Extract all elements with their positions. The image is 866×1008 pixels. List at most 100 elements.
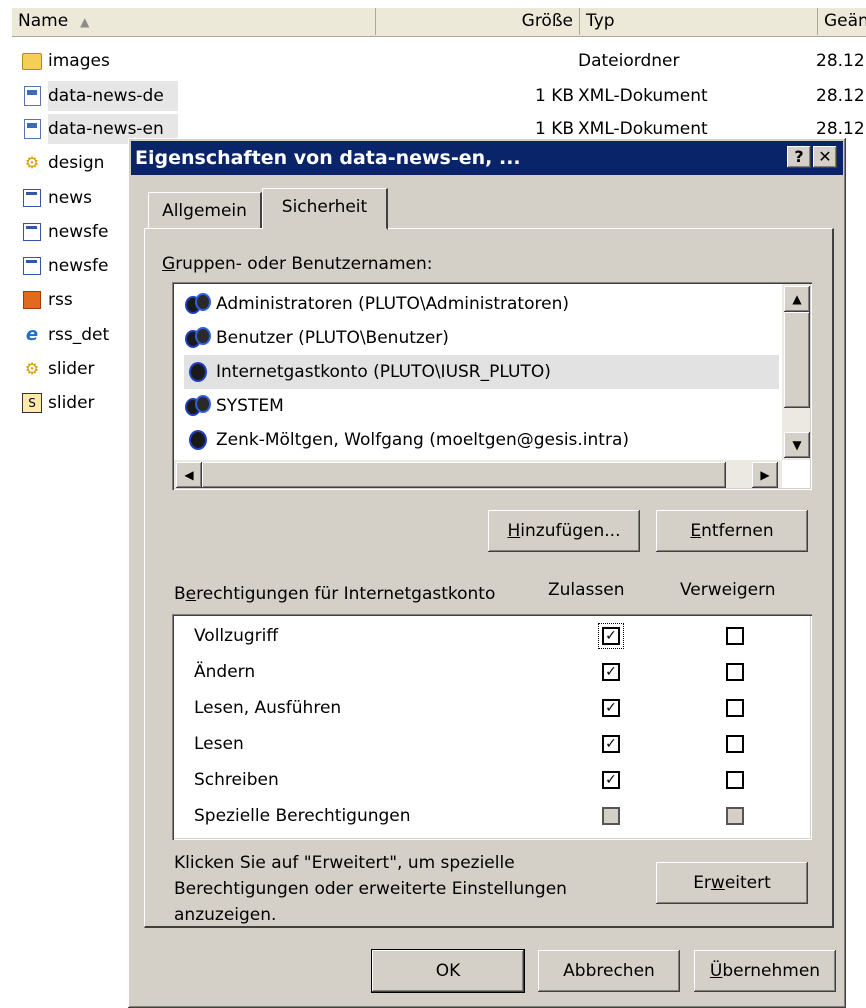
add-button-accelerator: H (507, 521, 521, 541)
list-item[interactable]: SYSTEM (184, 389, 284, 423)
help-button[interactable]: ? (787, 146, 811, 168)
file-name: design (48, 153, 105, 173)
groups-label: Gruppen- oder Benutzernamen: (162, 254, 432, 274)
user-name: Zenk-Möltgen, Wolfgang (moeltgen@gesis.i… (216, 430, 630, 450)
apply-button-label: bernehmen (722, 961, 821, 981)
user-name: Internetgastkonto (PLUTO\IUSR_PLUTO) (216, 362, 551, 382)
permission-row: Schreiben (194, 762, 279, 798)
allow-checkbox-disabled (602, 807, 620, 825)
list-item-selected[interactable]: Internetgastkonto (PLUTO\IUSR_PLUTO) (184, 355, 779, 389)
file-type: XML-Dokument (578, 86, 708, 106)
tab-allgemein-label: Allgemein (162, 201, 247, 221)
file-size: 1 KB (534, 86, 574, 106)
column-allow-header: Zulassen (548, 580, 625, 600)
allow-checkbox[interactable]: ✓ (598, 623, 624, 649)
scroll-down-button[interactable]: ▼ (784, 432, 810, 458)
horizontal-scroll-thumb[interactable] (202, 462, 726, 488)
permissions-label: Berechtigungen für Internetgastkonto (174, 584, 495, 604)
file-date: 28.12 (816, 86, 865, 106)
rss-icon (22, 290, 42, 310)
deny-checkbox[interactable] (726, 627, 744, 645)
permission-row: Spezielle Berechtigungen (194, 798, 411, 834)
advanced-button-accelerator: w (710, 873, 725, 893)
apply-button[interactable]: Übernehmen (694, 950, 836, 992)
cancel-button[interactable]: Abbrechen (538, 950, 680, 992)
file-name: rss_det (48, 325, 110, 345)
allow-checkbox[interactable]: ✓ (602, 771, 620, 789)
properties-dialog: Eigenschaften von data-news-en, ... ? ✕ … (128, 138, 846, 1008)
folder-icon (22, 51, 42, 71)
dialog-titlebar[interactable]: Eigenschaften von data-news-en, ... ? ✕ (131, 141, 843, 175)
column-header-name[interactable]: Name ▲ (12, 8, 376, 35)
permission-name: Vollzugriff (194, 626, 279, 646)
tab-sicherheit[interactable]: Sicherheit (262, 188, 388, 230)
column-header-size[interactable]: Größe (376, 8, 580, 35)
advanced-button-label: eitert (724, 873, 771, 893)
column-type-label: Typ (586, 11, 615, 31)
file-name: data-news-de (48, 81, 178, 111)
advanced-button-label-pre: Er (693, 873, 711, 893)
user-name: Benutzer (PLUTO\Benutzer) (216, 328, 449, 348)
user-group-icon (184, 393, 211, 419)
dialog-title: Eigenschaften von data-news-en, ... (135, 147, 521, 169)
file-name: images (48, 51, 110, 71)
deny-checkbox[interactable] (726, 771, 744, 789)
permissions-list: Vollzugriff ✓ Ändern ✓ Lesen, Ausführen … (172, 614, 812, 840)
column-header-type[interactable]: Typ (580, 8, 818, 35)
permissions-label-text: rechtigungen für Internetgastkonto (196, 584, 496, 604)
user-name: Administratoren (PLUTO\Administratoren) (216, 294, 569, 314)
file-date: 28.12 (816, 51, 865, 71)
advanced-hint-line: Klicken Sie auf "Erweitert", um speziell… (174, 853, 515, 873)
permission-name: Lesen (194, 734, 244, 754)
web-document-icon (22, 188, 42, 208)
ok-button[interactable]: OK (371, 949, 525, 993)
tab-sicherheit-label: Sicherheit (281, 197, 368, 217)
ok-button-label: OK (435, 961, 461, 981)
xml-document-icon (22, 86, 42, 106)
advanced-hint-line: Berechtigungen oder erweiterte Einstellu… (174, 879, 567, 899)
permission-row: Ändern (194, 654, 255, 690)
permission-name: Spezielle Berechtigungen (194, 806, 411, 826)
file-name: rss (48, 290, 73, 310)
apply-button-accelerator: Ü (709, 961, 723, 981)
file-name: slider (48, 393, 95, 413)
remove-button-accelerator: E (690, 521, 702, 541)
scroll-left-button[interactable]: ◀ (176, 462, 202, 488)
tab-allgemein[interactable]: Allgemein (148, 192, 262, 230)
allow-checkbox[interactable]: ✓ (602, 699, 620, 717)
advanced-button[interactable]: Erweitert (656, 862, 808, 904)
column-name-label: Name (18, 11, 69, 31)
list-item[interactable]: Administratoren (PLUTO\Administratoren) (184, 287, 569, 321)
scroll-right-button[interactable]: ▶ (752, 462, 778, 488)
list-item[interactable]: Benutzer (PLUTO\Benutzer) (184, 321, 449, 355)
flash-icon: S (22, 393, 42, 413)
allow-checkbox[interactable]: ✓ (602, 663, 620, 681)
file-name: newsfe (48, 222, 109, 242)
column-deny-header: Verweigern (680, 580, 776, 600)
advanced-hint-line: anzuzeigen. (174, 905, 277, 925)
column-header-date[interactable]: Geän (818, 8, 866, 35)
column-size-label: Größe (521, 11, 573, 31)
permissions-label-accelerator: e (185, 584, 197, 604)
user-icon (184, 359, 210, 385)
close-button[interactable]: ✕ (813, 146, 837, 168)
list-item[interactable]: Zenk-Möltgen, Wolfgang (moeltgen@gesis.i… (184, 423, 629, 457)
web-document-icon (22, 256, 42, 276)
permission-row: Lesen, Ausführen (194, 690, 341, 726)
user-group-icon (184, 291, 211, 317)
add-button[interactable]: Hinzufügen... (488, 510, 640, 552)
deny-checkbox[interactable] (726, 735, 744, 753)
deny-checkbox[interactable] (726, 663, 744, 681)
permission-name: Lesen, Ausführen (194, 698, 342, 718)
users-listbox[interactable]: Administratoren (PLUTO\Administratoren) … (172, 282, 812, 490)
deny-checkbox[interactable] (726, 699, 744, 717)
allow-checkbox[interactable]: ✓ (602, 735, 620, 753)
remove-button[interactable]: Entfernen (656, 510, 808, 552)
column-date-label: Geän (824, 11, 866, 31)
file-name: news (48, 188, 92, 208)
scroll-up-button[interactable]: ▲ (784, 286, 810, 312)
permission-row: Lesen (194, 726, 244, 762)
xml-document-icon (22, 119, 42, 139)
file-name: slider (48, 359, 95, 379)
vertical-scroll-thumb[interactable] (784, 312, 810, 408)
